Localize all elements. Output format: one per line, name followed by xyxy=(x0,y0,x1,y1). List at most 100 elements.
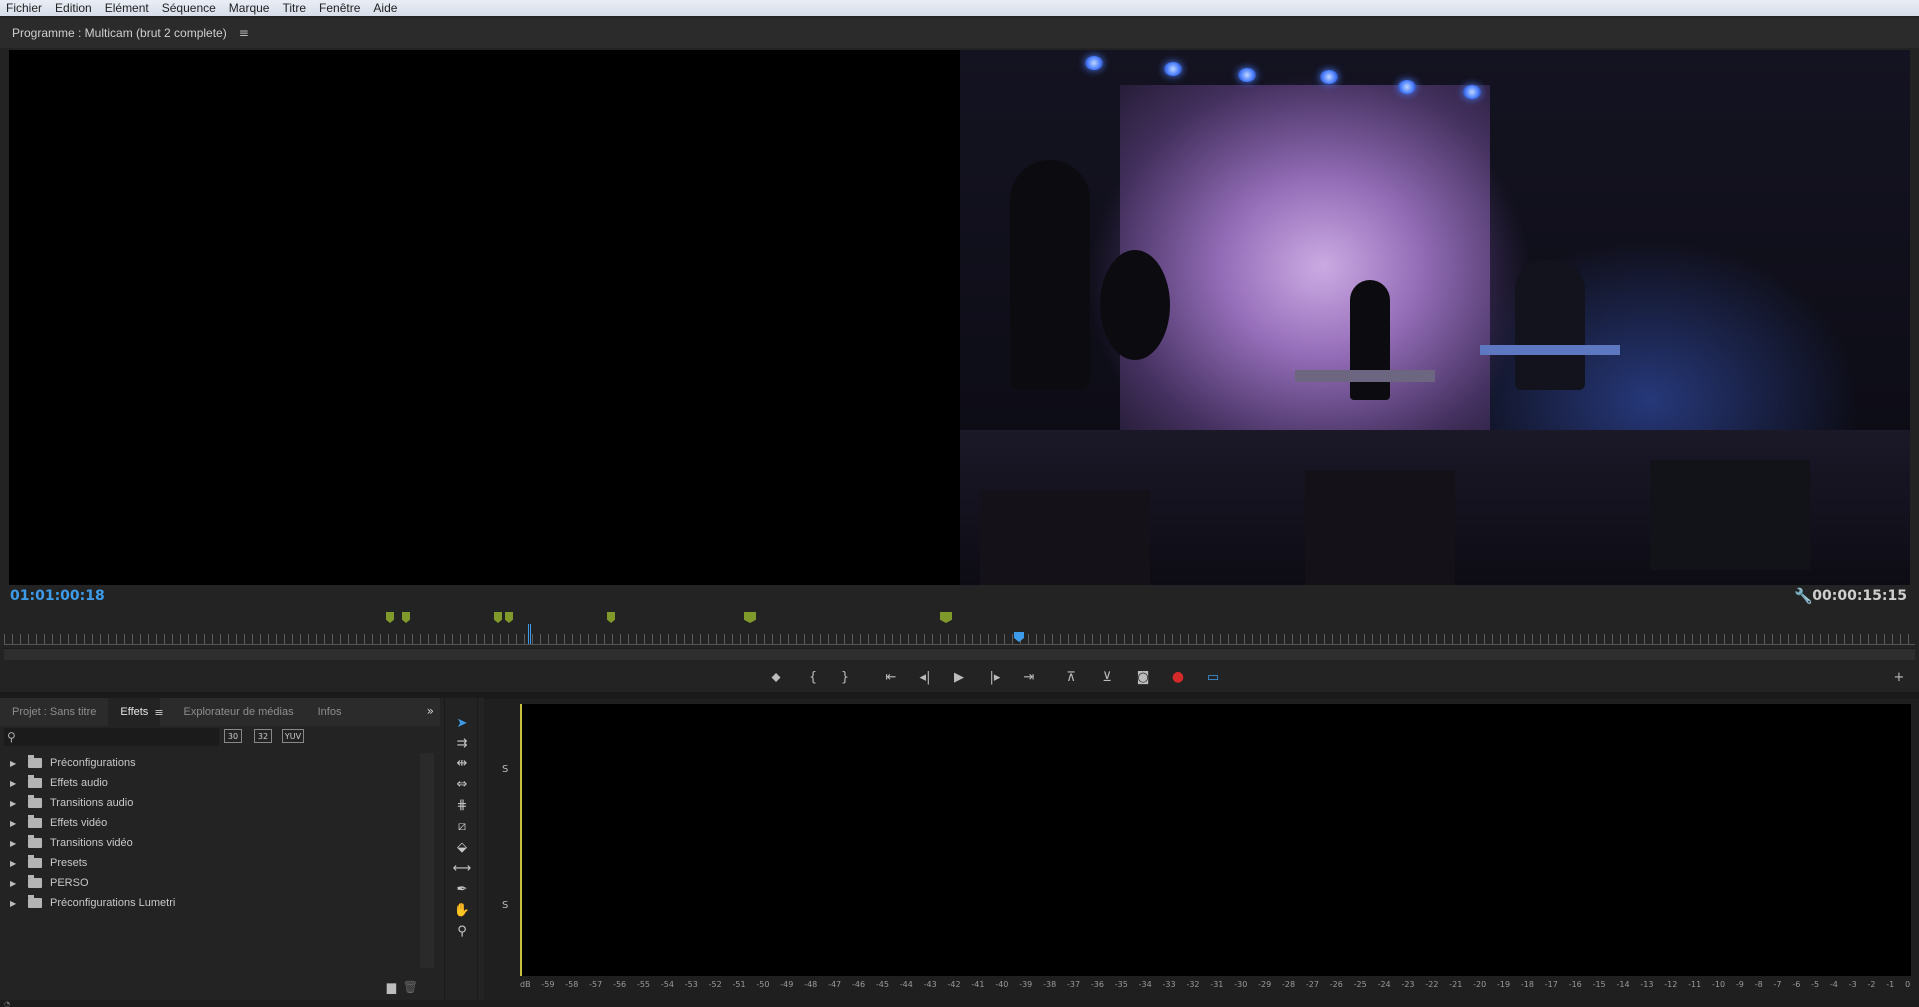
razor-tool-icon[interactable]: ⧄ xyxy=(451,817,473,835)
menu-sequence[interactable]: Séquence xyxy=(162,1,216,15)
disclosure-triangle-icon[interactable]: ▶ xyxy=(10,899,20,908)
trash-icon[interactable]: 🗑 xyxy=(403,980,418,994)
tab-menu-icon[interactable]: ≡ xyxy=(154,706,163,719)
play-icon[interactable]: ▶ xyxy=(948,667,970,687)
list-item[interactable]: ▶ Préconfigurations xyxy=(4,753,419,773)
menu-element[interactable]: Elément xyxy=(105,1,149,15)
panel-menu-icon[interactable]: ≡ xyxy=(239,26,249,40)
yuv-effects-filter-icon[interactable]: YUV xyxy=(282,729,304,743)
menu-fichier[interactable]: Fichier xyxy=(6,1,42,15)
accelerated-effects-filter-icon[interactable]: 30 xyxy=(224,729,242,743)
solo-button[interactable]: S xyxy=(502,764,508,775)
db-scale-label: -40 xyxy=(995,980,1009,989)
disclosure-triangle-icon[interactable]: ▶ xyxy=(10,779,20,788)
new-bin-icon[interactable]: ▆ xyxy=(387,980,396,994)
list-item[interactable]: ▶ Transitions vidéo xyxy=(4,833,419,853)
singer-silhouette xyxy=(1350,280,1390,400)
time-ruler[interactable] xyxy=(4,634,1915,644)
go-to-out-icon[interactable]: ⇥ xyxy=(1018,667,1040,687)
sequence-marker[interactable] xyxy=(940,612,952,623)
sequence-marker[interactable] xyxy=(386,612,394,623)
db-scale-label: -23 xyxy=(1401,980,1415,989)
mark-in-icon[interactable]: { xyxy=(802,667,824,687)
db-scale-label: -19 xyxy=(1497,980,1511,989)
marker-icon[interactable]: ⬥ xyxy=(765,667,787,687)
disclosure-triangle-icon[interactable]: ▶ xyxy=(10,799,20,808)
db-scale-label: -14 xyxy=(1616,980,1630,989)
in-point-indicator[interactable] xyxy=(528,624,531,644)
playhead-timecode[interactable]: 01:01:00:18 xyxy=(10,588,105,604)
ripple-edit-tool-icon[interactable]: ⇹ xyxy=(451,754,473,772)
folder-icon xyxy=(28,775,42,788)
hand-tool-icon[interactable]: ✋ xyxy=(451,901,473,919)
list-item[interactable]: ▶ Préconfigurations Lumetri xyxy=(4,893,419,913)
lift-icon[interactable]: ⊼ xyxy=(1060,667,1082,687)
zoom-scrollbar[interactable] xyxy=(4,648,1915,660)
preset-folder-icon xyxy=(28,755,42,768)
preset-folder-icon xyxy=(28,895,42,908)
program-monitor-title[interactable]: Programme : Multicam (brut 2 complete) xyxy=(12,26,227,40)
sequence-marker[interactable] xyxy=(505,612,513,623)
wrench-icon[interactable]: 🔧 xyxy=(1794,587,1813,605)
db-scale-label: -47 xyxy=(828,980,842,989)
menu-titre[interactable]: Titre xyxy=(282,1,306,15)
list-item[interactable]: ▶ Effets vidéo xyxy=(4,813,419,833)
list-item[interactable]: ▶ Presets xyxy=(4,853,419,873)
db-scale-label: -42 xyxy=(947,980,961,989)
more-tabs-icon[interactable]: » xyxy=(427,704,434,718)
tab-infos[interactable]: Infos xyxy=(306,706,354,718)
list-item[interactable]: ▶ PERSO xyxy=(4,873,419,893)
track-select-tool-icon[interactable]: ⇉ xyxy=(451,734,473,752)
disclosure-triangle-icon[interactable]: ▶ xyxy=(10,859,20,868)
effects-panel: Projet : Sans titre Effets ≡ Explorateur… xyxy=(0,698,440,1000)
rolling-edit-tool-icon[interactable]: ⇔ xyxy=(451,775,473,793)
export-frame-icon[interactable]: ◙ xyxy=(1132,667,1154,687)
solo-button[interactable]: S xyxy=(502,900,508,911)
mark-out-icon[interactable]: } xyxy=(834,667,856,687)
audio-meter-area xyxy=(520,704,1911,976)
db-scale-label: -51 xyxy=(732,980,746,989)
slip-tool-icon[interactable]: ⬙ xyxy=(451,838,473,856)
tree-item-label: Presets xyxy=(50,857,88,869)
db-scale-label: -17 xyxy=(1544,980,1558,989)
db-scale-label: -43 xyxy=(923,980,937,989)
effects-scrollbar[interactable] xyxy=(420,753,434,968)
db-scale-label: -32 xyxy=(1186,980,1200,989)
tab-effets[interactable]: Effets xyxy=(108,698,161,726)
drum-kit-silhouette xyxy=(1100,250,1170,360)
selection-tool-icon[interactable]: ➤ xyxy=(451,714,473,732)
menu-aide[interactable]: Aide xyxy=(373,1,397,15)
extract-icon[interactable]: ⊻ xyxy=(1096,667,1118,687)
disclosure-triangle-icon[interactable]: ▶ xyxy=(10,839,20,848)
tab-projet[interactable]: Projet : Sans titre xyxy=(0,706,108,718)
search-input[interactable] xyxy=(19,731,210,743)
menu-marque[interactable]: Marque xyxy=(229,1,270,15)
add-button-icon[interactable]: + xyxy=(1888,667,1910,687)
go-to-in-icon[interactable]: ⇤ xyxy=(880,667,902,687)
multicam-icon[interactable]: ▭ xyxy=(1202,667,1224,687)
menu-fenetre[interactable]: Fenêtre xyxy=(319,1,360,15)
disclosure-triangle-icon[interactable]: ▶ xyxy=(10,879,20,888)
duration-timecode: 00:00:15:15 xyxy=(1812,588,1907,604)
sequence-marker[interactable] xyxy=(402,612,410,623)
disclosure-triangle-icon[interactable]: ▶ xyxy=(10,759,20,768)
list-item[interactable]: ▶ Effets audio xyxy=(4,773,419,793)
db-scale-label: -38 xyxy=(1043,980,1057,989)
slide-tool-icon[interactable]: ⟷ xyxy=(451,859,473,877)
zoom-tool-icon[interactable]: ⚲ xyxy=(451,922,473,940)
record-icon[interactable]: ● xyxy=(1167,667,1189,687)
step-back-icon[interactable]: ◂| xyxy=(914,667,936,687)
sequence-marker[interactable] xyxy=(744,612,756,623)
program-monitor-video[interactable] xyxy=(9,50,1910,585)
disclosure-triangle-icon[interactable]: ▶ xyxy=(10,819,20,828)
sequence-marker[interactable] xyxy=(607,612,615,623)
list-item[interactable]: ▶ Transitions audio xyxy=(4,793,419,813)
rate-stretch-tool-icon[interactable]: ⋕ xyxy=(451,796,473,814)
pen-tool-icon[interactable]: ✒ xyxy=(451,880,473,898)
step-forward-icon[interactable]: |▸ xyxy=(984,667,1006,687)
tab-explorateur-medias[interactable]: Explorateur de médias xyxy=(172,706,306,718)
32bit-effects-filter-icon[interactable]: 32 xyxy=(254,729,272,743)
sequence-marker[interactable] xyxy=(494,612,502,623)
speaker-cabinet xyxy=(1650,460,1810,570)
menu-edition[interactable]: Edition xyxy=(55,1,92,15)
